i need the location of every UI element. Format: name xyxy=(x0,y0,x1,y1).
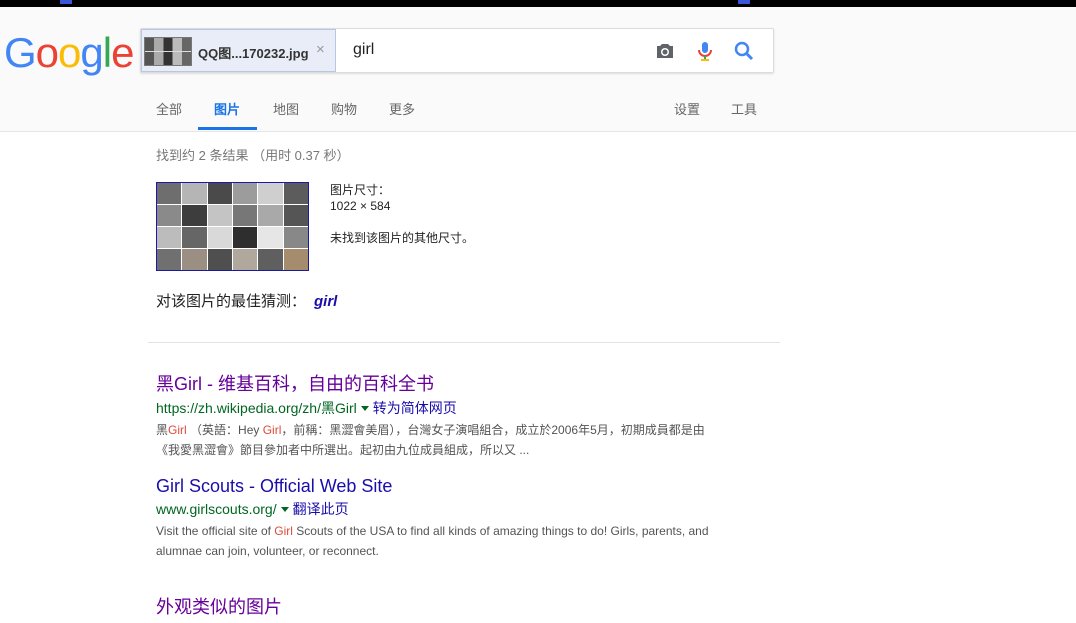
dropdown-arrow-icon[interactable] xyxy=(360,405,369,411)
tab-shopping[interactable]: 购物 xyxy=(331,99,357,118)
snippet-text: 黑 xyxy=(156,423,169,437)
logo-letter: o xyxy=(58,29,81,76)
result-url: www.girlscouts.org/翻译此页 xyxy=(156,499,796,519)
tab-more[interactable]: 更多 xyxy=(389,99,415,118)
search-icon[interactable] xyxy=(732,39,756,63)
image-size-label: 图片尺寸： xyxy=(330,183,391,197)
tab-images[interactable]: 图片 xyxy=(214,99,240,118)
result-url-text: https://zh.wikipedia.org/zh/黑Girl xyxy=(156,400,357,416)
logo-letter: g xyxy=(80,29,103,76)
active-tab-indicator xyxy=(198,127,257,130)
snippet-text: Visit the official site of xyxy=(156,524,275,538)
search-header: Google QQ图...170232.jpg × girl 全部 图片 地图 … xyxy=(0,7,1076,132)
result-stats: 找到约 2 条结果 （用时 0.37 秒） xyxy=(156,148,350,163)
close-icon[interactable]: × xyxy=(316,41,325,58)
title-part: Girl xyxy=(174,374,202,394)
result-title-link[interactable]: Girl Scouts - Official Web Site xyxy=(156,476,796,497)
result-url-text: www.girlscouts.org/ xyxy=(156,501,277,517)
search-result: Girl Scouts - Official Web Site www.girl… xyxy=(156,476,796,561)
best-guess: 对该图片的最佳猜测： girl xyxy=(156,290,337,311)
best-guess-link[interactable]: girl xyxy=(314,293,337,310)
snippet-text: ，前稱：黑澀會美眉），台灣女子演唱組合，成立於2006年5月，初期成員都是由 xyxy=(281,423,705,437)
top-strip-marker xyxy=(60,0,72,4)
snippet-highlight: Girl xyxy=(262,423,282,437)
image-info: 图片尺寸： 1022 × 584 未找到该图片的其他尺寸。 xyxy=(330,182,474,246)
title-part: - 维基百科，自由的百科全书 xyxy=(202,374,434,394)
tab-tools[interactable]: 工具 xyxy=(731,99,757,118)
tab-maps[interactable]: 地图 xyxy=(273,99,299,118)
tab-settings[interactable]: 设置 xyxy=(674,99,700,118)
logo-letter: o xyxy=(35,29,59,76)
query-image-thumbnail[interactable] xyxy=(156,182,309,271)
microphone-icon[interactable] xyxy=(693,39,717,63)
logo-letter: l xyxy=(102,29,112,76)
google-logo[interactable]: Google xyxy=(4,29,134,77)
similar-images-heading[interactable]: 外观类似的图片 xyxy=(156,593,282,619)
snippet-highlight: Girl xyxy=(168,423,187,437)
best-guess-label: 对该图片的最佳猜测： xyxy=(156,293,307,310)
result-title-link[interactable]: 黑Girl - 维基百科，自由的百科全书 xyxy=(156,370,796,396)
logo-letter: e xyxy=(111,29,134,76)
search-tabs: 全部 图片 地图 购物 更多 设置 工具 xyxy=(0,95,1076,131)
top-strip-marker xyxy=(738,0,750,4)
title-part: 黑 xyxy=(156,374,174,394)
divider xyxy=(148,342,780,343)
browser-top-strip xyxy=(0,0,1076,7)
dropdown-arrow-icon[interactable] xyxy=(280,506,289,512)
result-url: https://zh.wikipedia.org/zh/黑Girl 转为简体网页 xyxy=(156,398,796,418)
thumbnail-collage xyxy=(157,183,308,270)
tab-all[interactable]: 全部 xyxy=(156,99,182,118)
snippet-text: 《我愛黑澀會》節目參加者中所選出。起初由九位成員組成，所以又 ... xyxy=(156,443,530,457)
search-input[interactable]: girl xyxy=(353,41,374,59)
translate-link[interactable]: 转为简体网页 xyxy=(373,400,457,416)
result-snippet: 黑Girl （英語：Hey Girl，前稱：黑澀會美眉），台灣女子演唱組合，成立… xyxy=(156,420,796,460)
uploaded-image-chip[interactable]: QQ图...170232.jpg × xyxy=(141,29,336,72)
image-size-value[interactable]: 1022 × 584 xyxy=(330,198,474,214)
search-box[interactable]: QQ图...170232.jpg × girl xyxy=(140,28,774,73)
translate-link[interactable]: 翻译此页 xyxy=(293,501,349,517)
no-other-sizes-text: 未找到该图片的其他尺寸。 xyxy=(330,231,475,245)
uploaded-image-thumbnail xyxy=(144,37,192,66)
result-snippet: Visit the official site of Girl Scouts o… xyxy=(156,521,796,561)
camera-icon[interactable] xyxy=(653,39,677,63)
snippet-text: Scouts of the USA to find all kinds of a… xyxy=(292,524,709,538)
uploaded-image-filename: QQ图...170232.jpg xyxy=(198,46,309,61)
snippet-text: （英語：Hey xyxy=(186,423,263,437)
snippet-text: alumnae can join, volunteer, or reconnec… xyxy=(156,544,379,558)
snippet-highlight: Girl xyxy=(274,524,293,538)
search-result: 黑Girl - 维基百科，自由的百科全书 https://zh.wikipedi… xyxy=(156,370,796,460)
logo-letter: G xyxy=(4,29,37,76)
